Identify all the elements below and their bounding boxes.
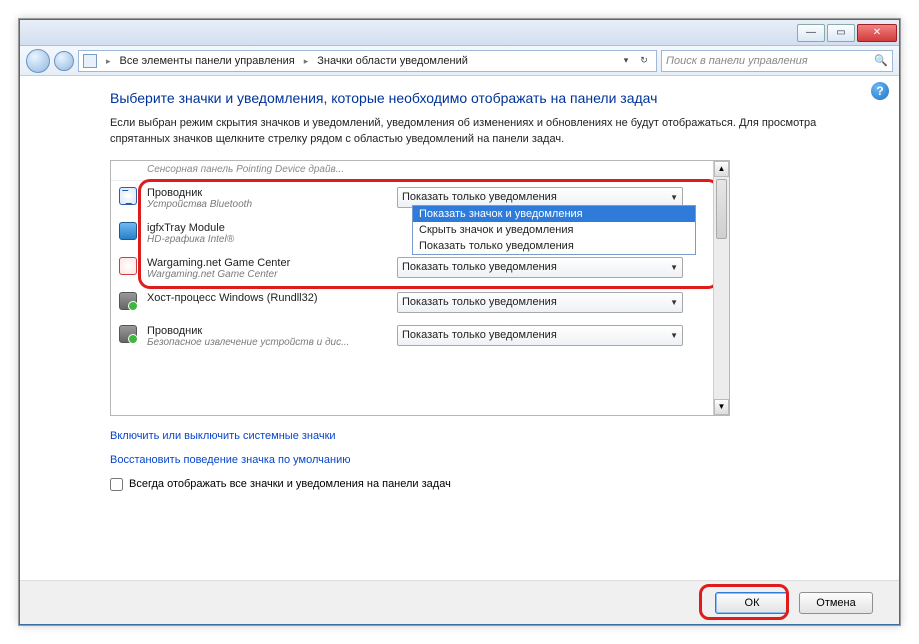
chevron-down-icon: ▼	[670, 263, 678, 272]
address-dropdown-icon[interactable]: ▾	[618, 53, 634, 69]
maximize-button[interactable]: ▭	[827, 24, 855, 42]
nav-bar: Все элементы панели управления Значки об…	[20, 46, 899, 76]
chevron-down-icon: ▼	[670, 331, 678, 340]
behavior-combo[interactable]: Показать только уведомления▼	[397, 292, 683, 313]
scroll-up-button[interactable]: ▲	[714, 161, 729, 177]
help-icon[interactable]: ?	[871, 82, 889, 100]
breadcrumb[interactable]: Значки области уведомлений	[317, 55, 468, 67]
refresh-icon[interactable]: ↻	[636, 53, 652, 69]
always-show-checkbox-row[interactable]: Всегда отображать все значки и уведомлен…	[110, 478, 873, 491]
app-icon	[119, 257, 137, 275]
control-panel-icon	[83, 54, 97, 68]
list-item: Wargaming.net Game CenterWargaming.net G…	[111, 251, 713, 286]
app-subtitle: HD-графика Intel®	[147, 234, 387, 245]
restore-defaults-link[interactable]: Восстановить поведение значка по умолчан…	[110, 454, 873, 466]
search-input[interactable]: Поиск в панели управления 🔍	[661, 50, 893, 72]
behavior-dropdown-open[interactable]: Показать значок и уведомленияСкрыть знач…	[412, 205, 696, 255]
system-icons-link[interactable]: Включить или выключить системные значки	[110, 430, 873, 442]
app-icon	[119, 187, 137, 205]
close-button[interactable]: ✕	[857, 24, 897, 42]
chevron-down-icon: ▼	[670, 298, 678, 307]
chevron-down-icon: ▼	[670, 193, 678, 202]
cancel-button[interactable]: Отмена	[799, 592, 873, 614]
list-item-cutoff: Сенсорная панель Pointing Device драйв..…	[111, 161, 713, 181]
list-item: ПроводникБезопасное извлечение устройств…	[111, 319, 713, 354]
forward-button[interactable]	[54, 51, 74, 71]
app-icon	[119, 222, 137, 240]
titlebar: — ▭ ✕	[20, 20, 899, 46]
dropdown-option[interactable]: Показать значок и уведомления	[413, 206, 695, 222]
app-name: igfxTray Module	[147, 222, 387, 234]
page-description: Если выбран режим скрытия значков и увед…	[110, 116, 830, 148]
scrollbar[interactable]: ▲ ▼	[713, 161, 729, 415]
app-name: Проводник	[147, 325, 387, 337]
always-show-label: Всегда отображать все значки и уведомлен…	[129, 478, 451, 490]
ok-button[interactable]: ОК	[715, 592, 789, 614]
window: — ▭ ✕ Все элементы панели управления Зна…	[19, 19, 900, 625]
app-name: Wargaming.net Game Center	[147, 257, 387, 269]
address-bar[interactable]: Все элементы панели управления Значки об…	[78, 50, 657, 72]
search-placeholder: Поиск в панели управления	[666, 55, 808, 67]
breadcrumb[interactable]: Все элементы панели управления	[120, 55, 295, 67]
app-name: Проводник	[147, 187, 387, 199]
behavior-combo[interactable]: Показать только уведомления▼	[397, 257, 683, 278]
app-icon	[119, 325, 137, 343]
app-subtitle: Безопасное извлечение устройств и дис...	[147, 337, 387, 348]
page-title: Выберите значки и уведомления, которые н…	[110, 90, 873, 106]
app-subtitle: Устройства Bluetooth	[147, 199, 387, 210]
search-icon: 🔍	[874, 54, 888, 67]
minimize-button[interactable]: —	[797, 24, 825, 42]
button-bar: ОК Отмена	[20, 580, 899, 624]
app-name: Хост-процесс Windows (Rundll32)	[147, 292, 387, 304]
icon-list: Сенсорная панель Pointing Device драйв..…	[110, 160, 730, 416]
content-area: ? Выберите значки и уведомления, которые…	[20, 76, 899, 580]
dropdown-option[interactable]: Показать только уведомления	[413, 238, 695, 254]
dropdown-option[interactable]: Скрыть значок и уведомления	[413, 222, 695, 238]
list-item: Хост-процесс Windows (Rundll32) Показать …	[111, 286, 713, 319]
scroll-thumb[interactable]	[716, 179, 727, 239]
always-show-checkbox[interactable]	[110, 478, 123, 491]
scroll-down-button[interactable]: ▼	[714, 399, 729, 415]
back-button[interactable]	[26, 49, 50, 73]
app-subtitle: Wargaming.net Game Center	[147, 269, 387, 280]
app-icon	[119, 292, 137, 310]
behavior-combo[interactable]: Показать только уведомления▼	[397, 325, 683, 346]
